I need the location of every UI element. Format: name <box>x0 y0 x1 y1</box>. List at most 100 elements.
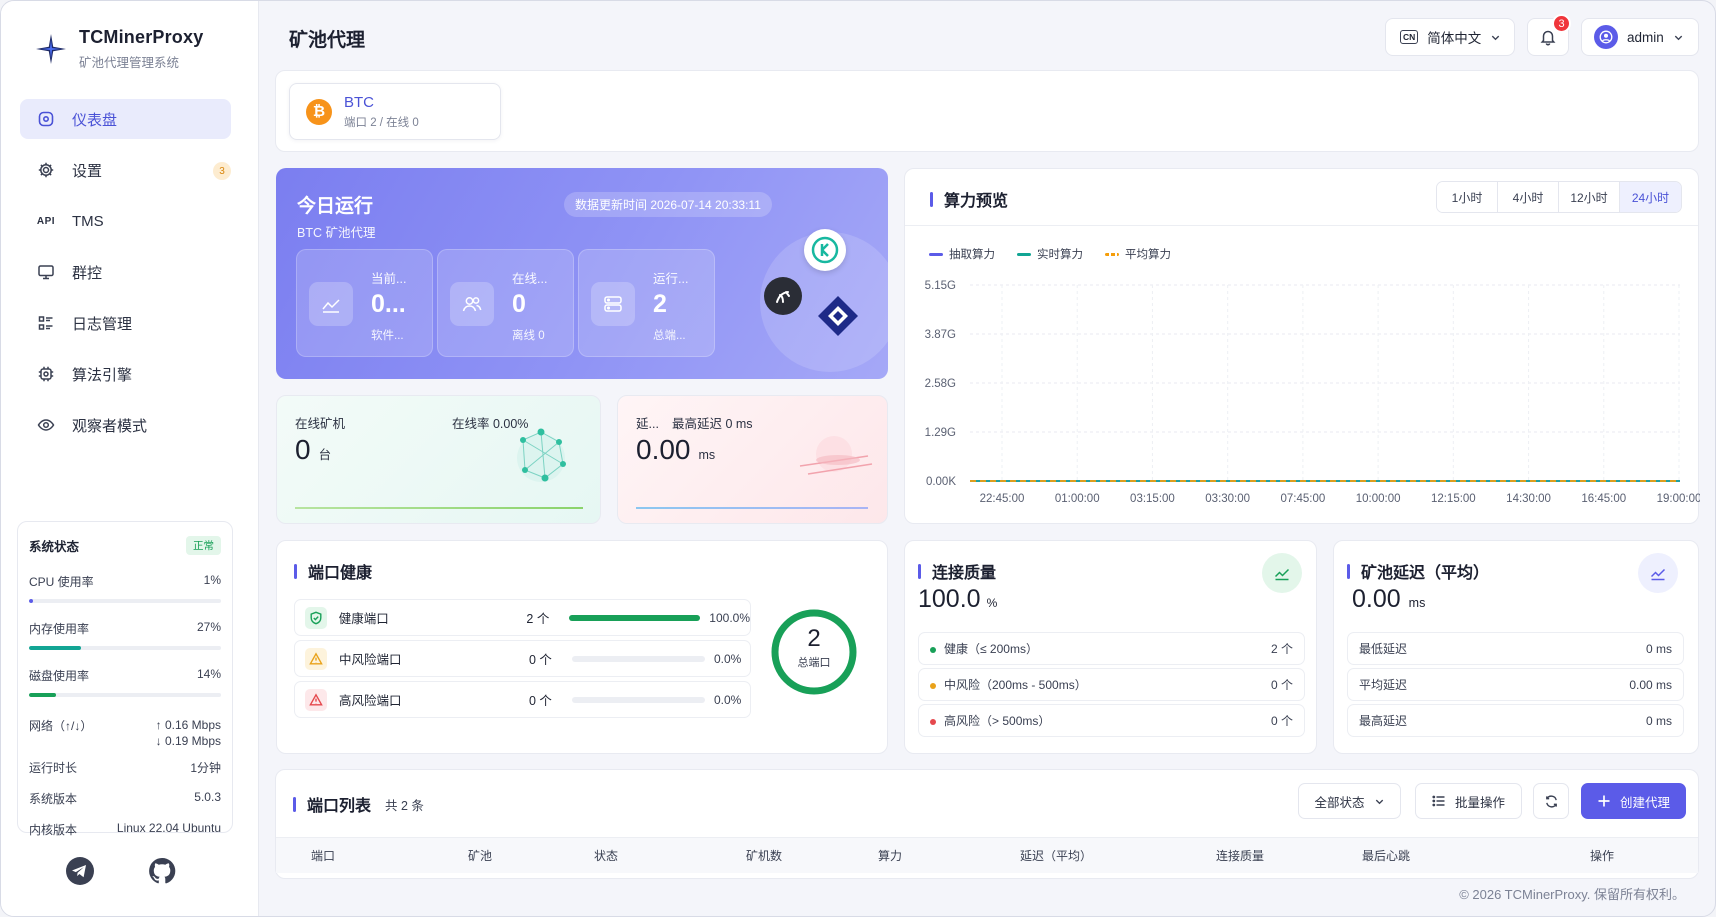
kaspa-logo-icon <box>804 229 846 271</box>
disk-metric: 磁盘使用率 14% <box>29 667 221 697</box>
sidebar-item-label: 群控 <box>72 264 103 282</box>
sidebar-item-dashboard[interactable]: 仪表盘 <box>20 99 231 139</box>
today-running-card: 今日运行 BTC 矿池代理 数据更新时间 2026-07-14 20:33:11… <box>276 168 888 379</box>
x-tick-label: 07:45:00 <box>1281 493 1326 505</box>
sidebar-item-label: 日志管理 <box>72 315 133 333</box>
create-proxy-button[interactable]: 创建代理 <box>1581 783 1686 819</box>
sidebar-item-observer-mode[interactable]: 观察者模式 <box>20 405 231 445</box>
quality-row-high-risk: 高风险（> 500ms） 0 个 <box>918 704 1305 737</box>
gear-icon <box>36 160 56 180</box>
column-header[interactable]: 矿池 <box>468 847 492 864</box>
latency-unit: ms <box>698 448 716 462</box>
warning-icon <box>305 647 327 670</box>
total-ports-label: 总端口 <box>797 657 831 669</box>
user-icon <box>1599 30 1613 44</box>
sidebar-item-algorithm-engine[interactable]: 算法引擎 <box>20 354 231 394</box>
port-health-title: 端口健康 <box>294 559 372 583</box>
disk-bar <box>29 693 221 697</box>
stat-card-current: 当前... 0... 软件... <box>296 249 433 357</box>
network-label: 网络（↑/↓） <box>29 719 93 733</box>
version-value: 5.0.3 <box>194 790 221 804</box>
network-metric: 网络（↑/↓） ↑ 0.16 Mbps ↓ 0.19 Mbps <box>29 717 221 749</box>
column-header[interactable]: 状态 <box>594 847 618 864</box>
hashrate-preview-panel: 算力预览 1小时 4小时 12小时 24小时 抽取算力 实时算力 平均算力 0.… <box>904 168 1700 524</box>
latency-row-value: 0 ms <box>1645 641 1672 656</box>
disk-value: 14% <box>196 667 221 681</box>
quality-row-healthy: 健康（≤ 200ms） 2 个 <box>918 632 1305 665</box>
notification-count-badge: 3 <box>1552 14 1571 33</box>
coin-card-btc[interactable]: ₿ BTC 端口 2 / 在线 0 <box>289 83 501 140</box>
x-tick-label: 03:15:00 <box>1130 493 1175 505</box>
log-list-icon <box>36 313 56 333</box>
y-tick-label: 2.58G <box>925 378 956 390</box>
column-header[interactable]: 端口 <box>311 847 335 864</box>
system-status-title: 系统状态 <box>29 540 80 554</box>
pool-logo-diamond-icon <box>815 293 861 339</box>
column-header[interactable]: 连接质量 <box>1216 847 1264 864</box>
users-icon <box>450 282 494 326</box>
x-tick-label: 19:00:00 <box>1657 493 1700 505</box>
x-tick-label: 10:00:00 <box>1356 493 1401 505</box>
latency-card: 延... 最高延迟 0 ms 0.00 ms <box>617 395 888 524</box>
quality-row-count: 2 个 <box>1270 642 1293 656</box>
sidebar-item-label: 仪表盘 <box>72 111 118 129</box>
column-header[interactable]: 延迟（平均） <box>1020 847 1092 864</box>
server-icon <box>591 282 635 326</box>
stat-card-label: 当前... <box>371 272 407 286</box>
column-header[interactable]: 操作 <box>1590 847 1614 864</box>
sidebar-item-logs[interactable]: 日志管理 <box>20 303 231 343</box>
latency-row-avg: 平均延迟 0.00 ms <box>1347 668 1684 701</box>
status-filter-select[interactable]: 全部状态 <box>1298 783 1401 819</box>
sidebar-item-settings[interactable]: 设置 3 <box>20 150 231 190</box>
port-health-row-medium-risk: 中风险端口 0 个 0.0% <box>294 640 751 677</box>
settings-count-badge: 3 <box>213 162 231 180</box>
social-links <box>65 856 177 886</box>
latency-row-label: 最低延迟 <box>1359 642 1408 656</box>
plus-icon <box>1598 795 1610 807</box>
latency-label: 延... <box>636 417 659 431</box>
y-tick-label: 5.15G <box>925 280 956 292</box>
uptime-label: 运行时长 <box>29 761 78 775</box>
y-tick-label: 1.29G <box>925 427 956 439</box>
telegram-icon[interactable] <box>65 856 95 886</box>
chip-icon <box>36 364 56 384</box>
sidebar-item-label: TMS <box>72 212 104 230</box>
sidebar-item-group-control[interactable]: 群控 <box>20 252 231 292</box>
stat-card-sub: 离线 0 <box>512 330 545 342</box>
connection-quality-unit: % <box>986 596 998 610</box>
batch-operations-button[interactable]: 批量操作 <box>1415 783 1522 819</box>
port-health-panel: 端口健康 健康端口 2 个 100.0% 中风险端口 0 个 0.0% 高风险端口 0 个 0.… <box>276 540 888 754</box>
column-header[interactable]: 算力 <box>878 847 902 864</box>
y-tick-label: 0.00K <box>926 476 956 488</box>
column-header[interactable]: 最后心跳 <box>1362 847 1410 864</box>
list-icon <box>1432 795 1445 807</box>
uptime-value: 1分钟 <box>190 761 221 775</box>
x-tick-label: 16:45:00 <box>1581 493 1626 505</box>
bitcoin-icon: ₿ <box>306 98 332 125</box>
port-list-panel: 端口列表 共 2 条 全部状态 批量操作 创建代理 端口 矿池 状态 矿机数 算… <box>275 769 1699 879</box>
sidebar-item-tms[interactable]: API TMS <box>20 201 231 241</box>
cpu-bar <box>29 599 221 603</box>
port-health-percent: 100.0% <box>709 610 750 625</box>
stat-card-label: 在线... <box>512 272 548 286</box>
stat-card-sub: 总端... <box>653 330 686 342</box>
refresh-button[interactable] <box>1533 783 1569 819</box>
port-health-percent: 0.0% <box>714 651 742 666</box>
coin-selector-panel: ₿ BTC 端口 2 / 在线 0 <box>275 70 1699 152</box>
notifications-button[interactable]: 3 <box>1527 14 1571 56</box>
user-menu[interactable]: admin <box>1581 18 1699 56</box>
latency-row-max: 最高延迟 0 ms <box>1347 704 1684 737</box>
today-title: 今日运行 <box>297 196 374 217</box>
kernel-row: 内核版本 Linux 22.04 Ubuntu <box>29 821 221 838</box>
cpu-metric: CPU 使用率 1% <box>29 573 221 603</box>
github-icon[interactable] <box>147 856 177 886</box>
brand[interactable]: TCMinerProxy 矿池代理管理系统 <box>35 27 203 71</box>
x-tick-label: 22:45:00 <box>980 493 1025 505</box>
memory-value: 27% <box>196 620 221 634</box>
quality-row-label: 高风险（> 500ms） <box>944 714 1051 728</box>
x-tick-label: 12:15:00 <box>1431 493 1476 505</box>
online-miners-unit: 台 <box>318 448 332 462</box>
language-selector[interactable]: CN 简体中文 <box>1385 18 1515 56</box>
quality-row-count: 0 个 <box>1270 678 1293 692</box>
column-header[interactable]: 矿机数 <box>746 847 782 864</box>
